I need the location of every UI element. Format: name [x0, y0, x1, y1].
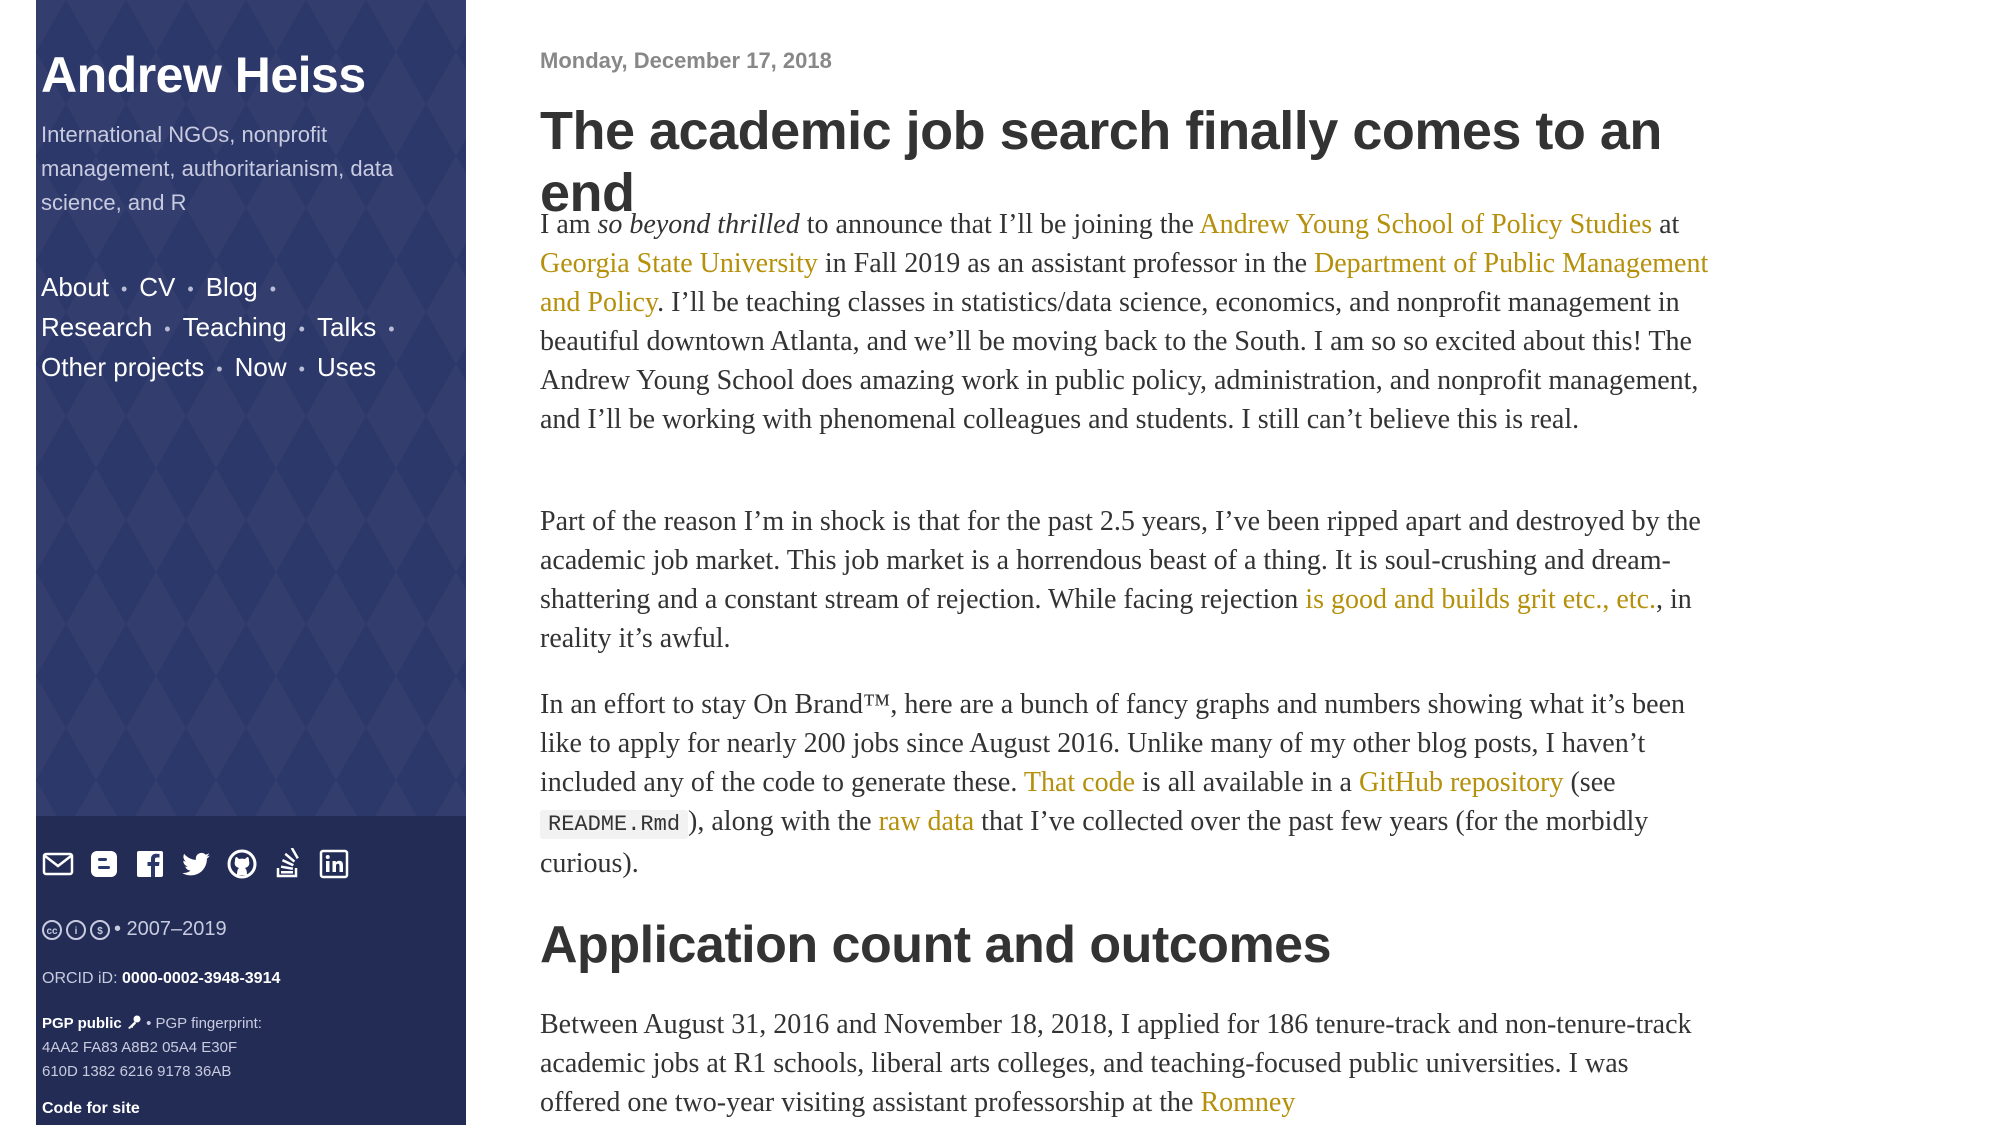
- post-paragraph-1: I am so beyond thrilled to announce that…: [540, 205, 1710, 439]
- pgp-public-link[interactable]: PGP public: [42, 1015, 122, 1032]
- facebook-icon[interactable]: [134, 848, 166, 880]
- text: ), along with the: [688, 806, 879, 837]
- nav-separator: •: [298, 319, 305, 340]
- link-georgia-state[interactable]: Georgia State University: [540, 248, 818, 279]
- orcid: ORCID iD: 0000-0002-3948-3914: [42, 970, 280, 988]
- link-andrew-young-school[interactable]: Andrew Young School of Policy Studies: [1199, 209, 1652, 240]
- nav-cv[interactable]: CV: [139, 272, 175, 302]
- cc-nc-icon[interactable]: $: [90, 919, 110, 940]
- pgp-fingerprint-label: • PGP fingerprint:: [146, 1015, 262, 1032]
- pgp-fingerprint-line1: 4AA2 FA83 A8B2 05A4 E30F: [42, 1039, 238, 1056]
- nav-separator: •: [164, 319, 171, 340]
- orcid-link[interactable]: 0000-0002-3948-3914: [122, 970, 280, 987]
- license: cc i $ • 2007–2019: [42, 918, 227, 941]
- site-title[interactable]: Andrew Heiss: [41, 46, 366, 104]
- twitter-icon[interactable]: [180, 848, 212, 880]
- cc-icon[interactable]: cc: [42, 919, 62, 940]
- text: . I’ll be teaching classes in statistics…: [540, 287, 1699, 435]
- sidebar-nav: About • CV • Blog • Research • Teaching • Talks • …: [41, 268, 451, 388]
- license-years: • 2007–2019: [114, 918, 227, 940]
- sidebar-footer: cc i $ • 2007–2019 ORCID iD: 0000-0002-3…: [36, 816, 466, 1125]
- nav-blog[interactable]: Blog: [206, 272, 258, 302]
- nav-uses[interactable]: Uses: [317, 352, 376, 382]
- text: (see: [1563, 767, 1616, 798]
- emphasis: so beyond thrilled: [597, 209, 800, 240]
- text: I am: [540, 209, 598, 240]
- text: is all available in a: [1135, 767, 1359, 798]
- inline-code: README.Rmd: [540, 810, 689, 839]
- site-tagline: International NGOs, nonprofit management…: [41, 122, 394, 215]
- post-date: Monday, December 17, 2018: [540, 48, 832, 73]
- cc-by-icon[interactable]: i: [66, 919, 86, 940]
- linkedin-icon[interactable]: [318, 848, 350, 880]
- text: Between August 31, 2016 and November 18,…: [540, 1009, 1692, 1118]
- code-for-site-link[interactable]: Code for site: [42, 1100, 140, 1118]
- nav-separator: •: [269, 279, 277, 300]
- text: to announce that I’ll be joining the: [799, 209, 1200, 240]
- link-raw-data[interactable]: raw data: [879, 806, 975, 837]
- email-icon[interactable]: [42, 848, 74, 880]
- key-icon: [127, 1015, 141, 1029]
- pgp-fingerprint-line2: 610D 1382 6216 9178 36AB: [42, 1063, 232, 1080]
- orcid-label: ORCID iD:: [42, 970, 118, 987]
- nav-about[interactable]: About: [41, 272, 109, 302]
- nav-separator: •: [187, 279, 194, 300]
- nav-separator: •: [298, 359, 305, 380]
- social-links: [42, 848, 350, 880]
- nav-teaching[interactable]: Teaching: [183, 312, 287, 342]
- blogger-icon[interactable]: [88, 848, 120, 880]
- nav-separator: •: [388, 319, 395, 340]
- github-icon[interactable]: [226, 848, 258, 880]
- post-paragraph-2: Part of the reason I’m in shock is that …: [540, 502, 1710, 658]
- pgp-info: PGP public • PGP fingerprint: 4AA2 FA83 …: [42, 1012, 442, 1084]
- link-that-code[interactable]: That code: [1024, 767, 1135, 798]
- nav-separator: •: [216, 359, 223, 380]
- nav-research[interactable]: Research: [41, 312, 152, 342]
- nav-separator: •: [120, 279, 128, 300]
- nav-now[interactable]: Now: [235, 352, 287, 382]
- section-heading: Application count and outcomes: [540, 916, 1332, 974]
- stackoverflow-icon[interactable]: [272, 848, 304, 880]
- post-paragraph-3: In an effort to stay On Brand™, here are…: [540, 685, 1710, 883]
- link-grit[interactable]: is good and builds grit etc., etc.: [1305, 584, 1656, 615]
- sidebar: Andrew Heiss International NGOs, nonprof…: [36, 0, 466, 1125]
- link-github-repository[interactable]: GitHub repository: [1359, 767, 1564, 798]
- text: at: [1652, 209, 1680, 240]
- nav-talks[interactable]: Talks: [317, 312, 376, 342]
- text: in Fall 2019 as an assistant professor i…: [817, 248, 1315, 279]
- link-romney[interactable]: Romney: [1200, 1087, 1295, 1118]
- post-paragraph-4: Between August 31, 2016 and November 18,…: [540, 1005, 1710, 1122]
- nav-other-projects[interactable]: Other projects: [41, 352, 204, 382]
